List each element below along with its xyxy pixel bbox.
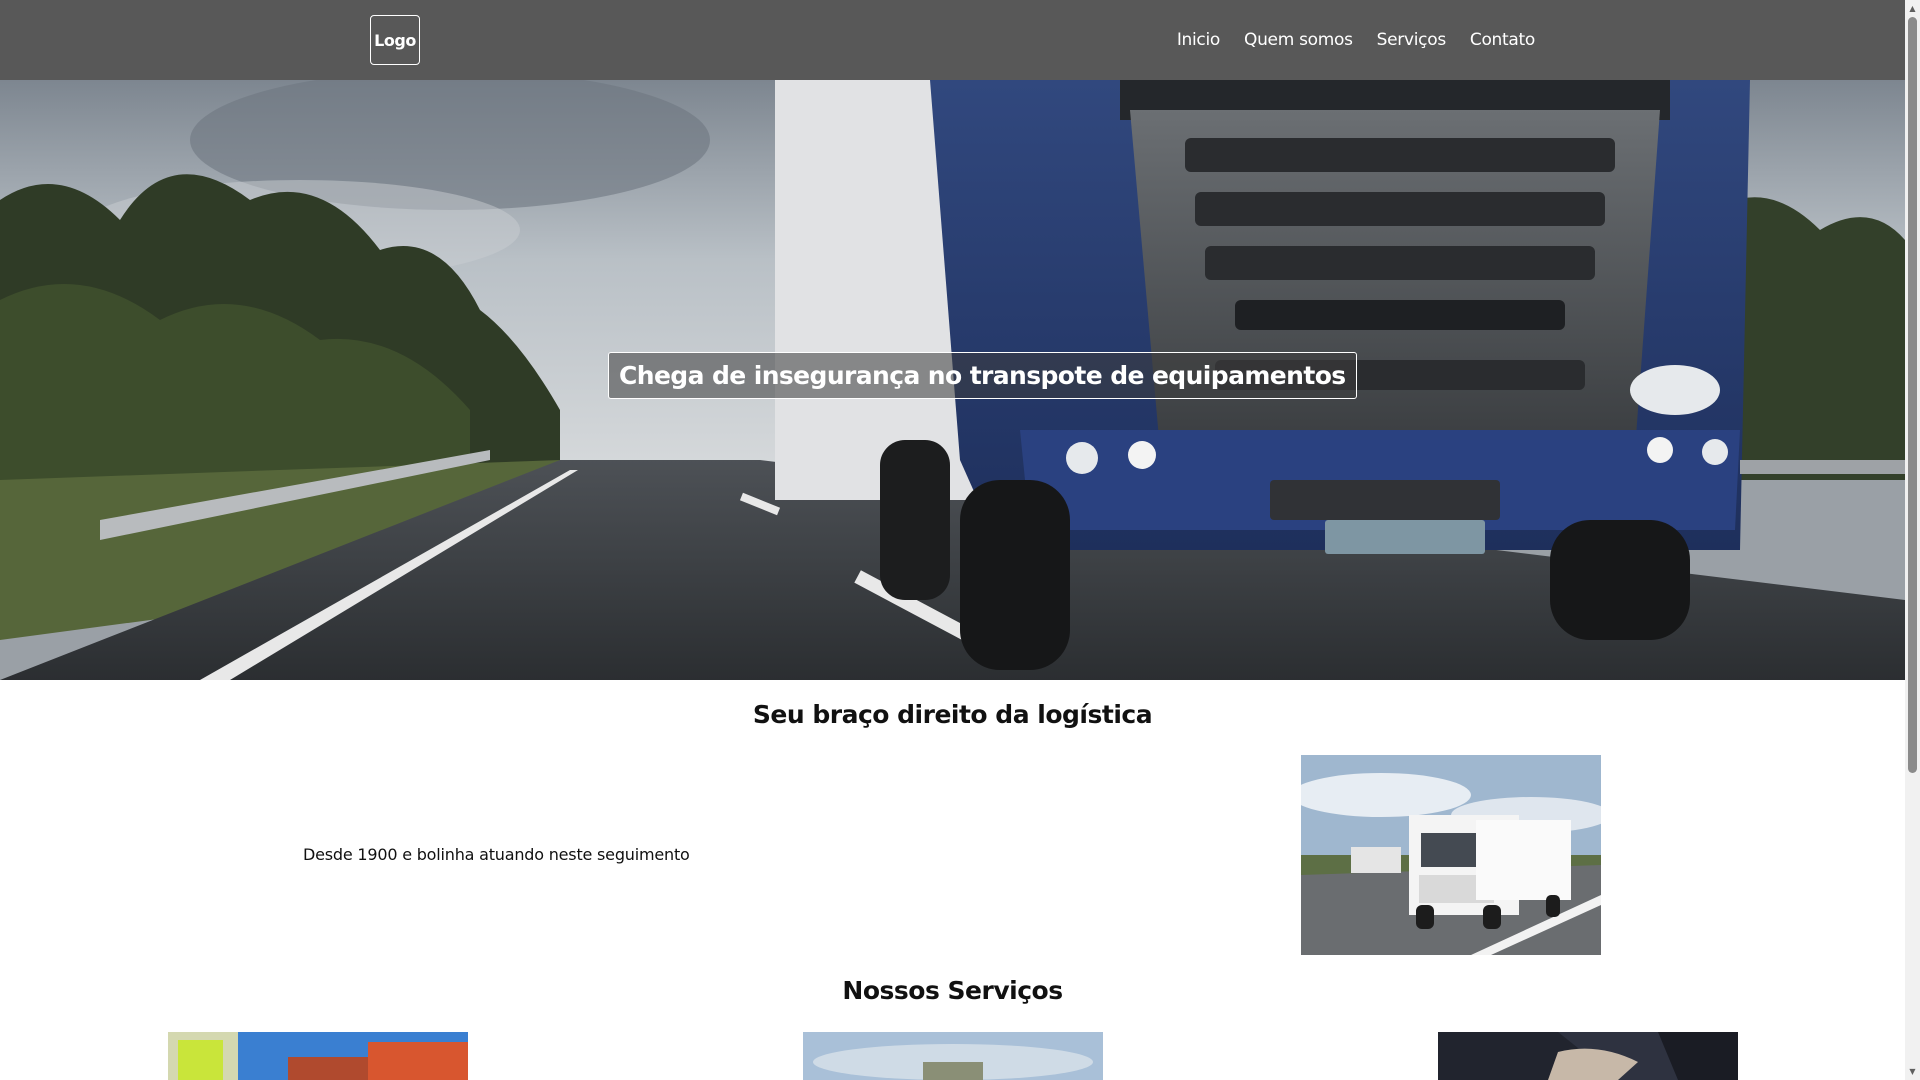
service-card-image-1 bbox=[168, 1032, 468, 1080]
main-nav: Inicio Quem somos Serviços Contato bbox=[1177, 0, 1535, 80]
hero-banner: Chega de insegurança no transpote de equ… bbox=[0, 80, 1905, 680]
about-title: Seu braço direito da logística bbox=[752, 700, 1153, 729]
about-truck-image bbox=[1301, 755, 1601, 955]
services-title: Nossos Serviços bbox=[842, 976, 1063, 1005]
scroll-down-arrow-icon[interactable]: ▼ bbox=[1905, 1063, 1920, 1080]
service-card-image-3 bbox=[1438, 1032, 1738, 1080]
logo[interactable]: Logo bbox=[370, 15, 420, 65]
nav-link-servicos[interactable]: Serviços bbox=[1377, 30, 1447, 50]
about-text: Desde 1900 e bolinha atuando neste segui… bbox=[303, 845, 690, 864]
scroll-up-arrow-icon[interactable]: ▲ bbox=[1905, 0, 1920, 17]
nav-link-contato[interactable]: Contato bbox=[1470, 30, 1535, 50]
service-card-image-2 bbox=[803, 1032, 1103, 1080]
scrollbar-thumb[interactable] bbox=[1908, 17, 1917, 773]
top-navbar: Logo Inicio Quem somos Serviços Contato bbox=[0, 0, 1905, 80]
hero-caption: Chega de insegurança no transpote de equ… bbox=[608, 352, 1357, 399]
nav-link-inicio[interactable]: Inicio bbox=[1177, 30, 1220, 50]
page-scrollbar[interactable]: ▲ ▼ bbox=[1905, 0, 1920, 1080]
nav-link-quem-somos[interactable]: Quem somos bbox=[1244, 30, 1353, 50]
